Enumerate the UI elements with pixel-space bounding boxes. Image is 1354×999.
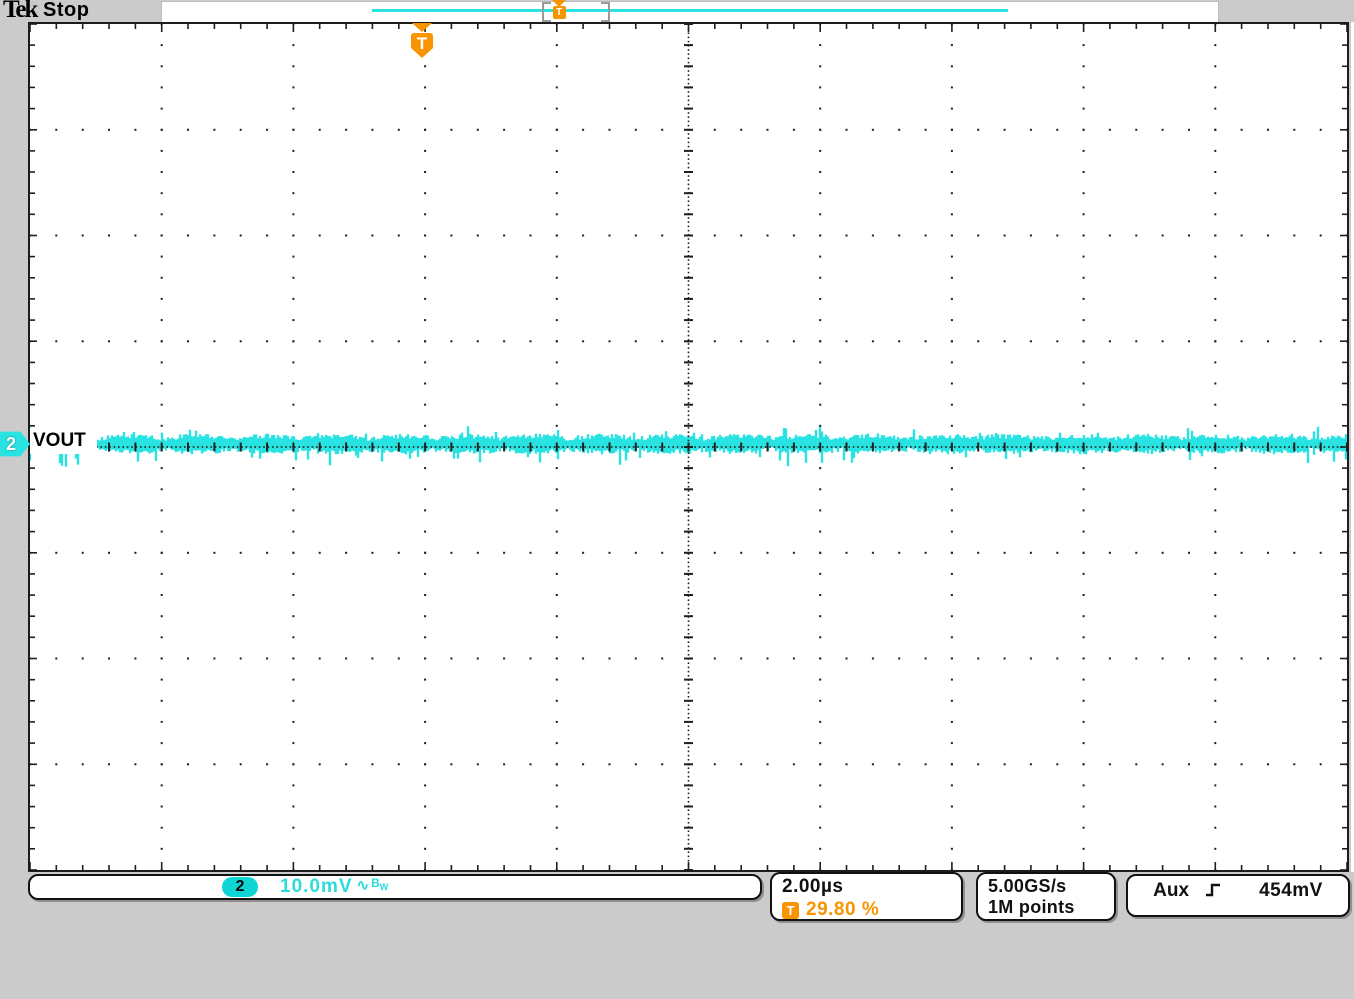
channel2-readout-box: 2 10.0mV ∿ BW — [28, 874, 762, 900]
channel2-badge: 2 — [222, 877, 258, 897]
trigger-level: 454mV — [1259, 880, 1323, 902]
trigger-position-line: T 29.80 % — [782, 899, 961, 921]
trigger-readout-box: Aux 454mV — [1126, 874, 1350, 917]
trigger-position-marker: T — [408, 23, 436, 58]
record-trigger-marker-icon: T — [552, 0, 566, 19]
channel2-scale: 10.0mV — [280, 876, 353, 898]
trigger-position-t-icon: T — [411, 33, 433, 58]
window-bracket-right-icon — [601, 2, 610, 22]
top-bar: Tek Stop T — [0, 0, 1354, 22]
horizontal-readout-box: 2.00µs T 29.80 % — [770, 872, 963, 921]
window-bracket-left-icon — [542, 2, 551, 22]
graticule: T VOUT — [28, 22, 1349, 872]
tek-logo: Tek — [3, 0, 36, 24]
acquisition-readout-box: 5.00GS/s 1M points — [976, 872, 1116, 921]
timebase-value: 2.00µs — [782, 876, 961, 898]
channel2-marker-number: 2 — [6, 434, 16, 454]
trigger-position-percent: 29.80 % — [806, 899, 879, 921]
trigger-source: Aux — [1153, 880, 1189, 902]
coupling-wave-icon: ∿ — [357, 876, 370, 894]
rising-edge-icon — [1205, 883, 1221, 897]
record-view-line — [372, 9, 1008, 12]
bandwidth-limit-icon: BW — [371, 876, 388, 890]
sample-rate: 5.00GS/s — [988, 876, 1114, 897]
trigger-position-triangle-icon — [412, 23, 432, 32]
waveform-display — [30, 24, 1347, 870]
acquisition-bar-panel: T — [161, 1, 1219, 23]
trigger-t-icon: T — [553, 6, 566, 19]
channel2-waveform-label: VOUT — [30, 428, 97, 454]
oscilloscope-screen: Tek Stop T T VOUT 2 2 10.0mV ∿ BW — [0, 0, 1354, 999]
trigger-t-badge-icon: T — [782, 902, 799, 919]
status-bar: 2 10.0mV ∿ BW 2.00µs T 29.80 % 5.00GS/s … — [0, 872, 1354, 999]
record-length: 1M points — [988, 897, 1114, 918]
acquisition-state: Stop — [43, 0, 89, 22]
